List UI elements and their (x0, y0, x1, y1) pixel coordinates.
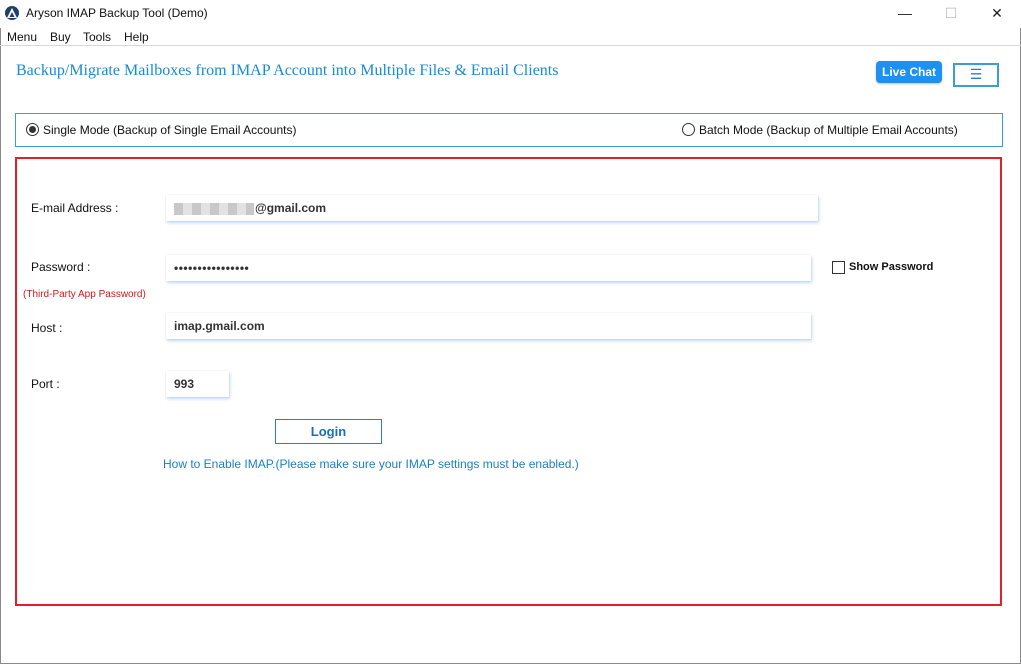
email-field[interactable]: @gmail.com (166, 195, 818, 221)
enable-imap-help-link[interactable]: How to Enable IMAP.(Please make sure you… (163, 457, 579, 471)
batch-mode-label[interactable]: Batch Mode (Backup of Multiple Email Acc… (699, 123, 958, 137)
menu-item-tools[interactable]: Tools (83, 30, 111, 44)
page-headline: Backup/Migrate Mailboxes from IMAP Accou… (16, 62, 559, 79)
host-field[interactable]: imap.gmail.com (166, 313, 811, 339)
password-hint: (Third-Party App Password) (23, 289, 146, 300)
port-field[interactable]: 993 (166, 371, 229, 397)
minimize-button[interactable]: — (882, 0, 928, 28)
port-label: Port : (31, 377, 60, 391)
maximize-button[interactable]: ☐ (928, 0, 974, 28)
single-mode-label[interactable]: Single Mode (Backup of Single Email Acco… (43, 123, 296, 137)
redacted-email-user (174, 202, 254, 215)
mode-selector: Single Mode (Backup of Single Email Acco… (15, 113, 1003, 147)
password-field[interactable]: •••••••••••••••• (166, 255, 811, 281)
menu-item-buy[interactable]: Buy (50, 30, 71, 44)
show-password-checkbox[interactable] (832, 261, 845, 274)
show-password-label[interactable]: Show Password (849, 261, 933, 273)
close-button[interactable]: ✕ (974, 0, 1020, 28)
menu-bar: Menu Buy Tools Help (0, 28, 1021, 46)
host-label: Host : (31, 321, 63, 335)
app-logo-icon (5, 6, 19, 20)
single-mode-radio[interactable] (26, 123, 39, 136)
hamburger-menu-button[interactable]: ☰ (953, 63, 999, 87)
title-bar: Aryson IMAP Backup Tool (Demo) — ☐ ✕ (0, 0, 1021, 28)
password-label: Password : (31, 260, 91, 274)
email-label: E-mail Address : (31, 201, 119, 215)
login-form-panel (15, 157, 1002, 606)
hamburger-icon: ☰ (969, 66, 983, 82)
menu-item-menu[interactable]: Menu (7, 30, 37, 44)
email-domain-text: @gmail.com (255, 201, 327, 215)
window-title: Aryson IMAP Backup Tool (Demo) (26, 6, 208, 20)
login-button[interactable]: Login (275, 419, 382, 444)
batch-mode-radio[interactable] (682, 123, 695, 136)
live-chat-button[interactable]: Live Chat (876, 61, 942, 83)
menu-item-help[interactable]: Help (124, 30, 149, 44)
